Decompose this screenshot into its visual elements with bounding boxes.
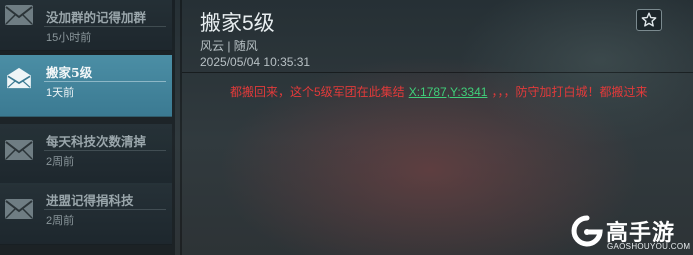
mail-list: 没加群的记得加群 15小时前 搬家5级 1天前 每天科技次数清掉 2周前 进盟记… xyxy=(0,0,175,255)
watermark: 高手游 GAOSHOUYOU.COM xyxy=(571,215,691,253)
mail-title: 搬家5级 xyxy=(46,65,93,80)
message-body-text: 都搬回来，这个5级军团在此集结 xyxy=(230,85,405,99)
mail-divider xyxy=(44,81,166,82)
header-divider xyxy=(182,72,693,73)
star-icon xyxy=(641,12,657,27)
mail-divider xyxy=(44,150,166,151)
message-subject: 搬家5级 xyxy=(200,12,275,35)
watermark-url: GAOSHOUYOU.COM xyxy=(607,242,691,251)
mail-title: 进盟记得捐科技 xyxy=(46,193,134,208)
message-body-text-end: ，，，防守加打白城！都搬过来 xyxy=(491,85,648,99)
mail-item-2[interactable]: 每天科技次数清掉 2周前 xyxy=(0,124,172,186)
mail-divider xyxy=(44,26,166,27)
message-body: 都搬回来，这个5级军团在此集结 X:1787,Y:3341 ，，，防守加打白城！都搬… xyxy=(230,82,660,102)
mail-item-3[interactable]: 进盟记得捐科技 2周前 xyxy=(0,183,172,245)
mail-time: 2周前 xyxy=(46,215,75,227)
mail-item-0[interactable]: 没加群的记得加群 15小时前 xyxy=(0,0,172,51)
message-sender: 风云 | 随风 xyxy=(200,39,258,53)
envelope-icon xyxy=(5,199,33,219)
mail-time: 2周前 xyxy=(46,156,75,168)
favorite-button[interactable] xyxy=(636,9,662,31)
gaoshouyou-logo-icon xyxy=(571,215,603,247)
mail-item-1[interactable]: 搬家5级 1天前 xyxy=(0,55,172,117)
envelope-icon xyxy=(5,5,33,25)
mail-title: 没加群的记得加群 xyxy=(46,10,147,25)
mail-divider xyxy=(44,209,166,210)
mail-time: 1天前 xyxy=(46,87,75,99)
coordinate-link[interactable]: X:1787,Y:3341 xyxy=(409,85,488,99)
envelope-icon xyxy=(5,140,33,160)
mail-time: 15小时前 xyxy=(46,32,92,44)
message-date: 2025/05/04 10:35:31 xyxy=(200,55,311,69)
envelope-open-icon xyxy=(7,67,31,89)
mail-title: 每天科技次数清掉 xyxy=(46,134,147,149)
